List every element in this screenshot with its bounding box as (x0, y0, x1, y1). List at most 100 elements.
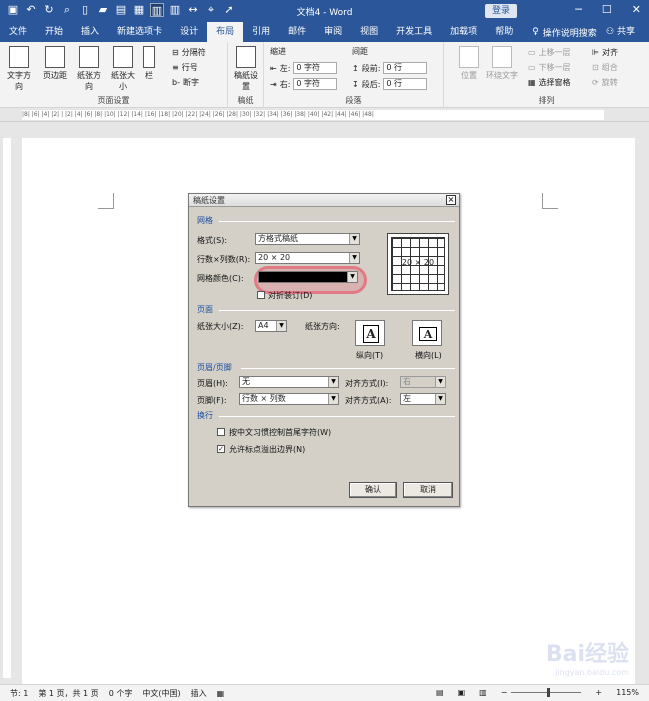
zoom-slider[interactable] (511, 688, 582, 697)
tab-help[interactable]: 帮助 (486, 22, 522, 42)
zoom-level[interactable]: 115% (616, 688, 639, 697)
ok-button[interactable]: 确认 (349, 482, 397, 498)
tab-file[interactable]: 文件 (0, 22, 36, 42)
status-language[interactable]: 中文(中国) (142, 688, 180, 699)
zoom-slider-thumb[interactable] (547, 688, 551, 697)
status-page[interactable]: 第 1 页，共 1 页 (38, 688, 98, 699)
breaks-button[interactable]: ⊟ 分隔符 (172, 47, 206, 58)
indent-left-row: ⇤ 左: 0 字符 (270, 62, 338, 74)
indent-left-icon: ⇤ (270, 63, 277, 73)
margins-label: 页边距 (43, 71, 67, 80)
read-mode-icon[interactable]: ▤ (436, 688, 444, 697)
grid-section-divider (219, 221, 455, 222)
grid-preview: 20 × 20 (387, 233, 449, 295)
tab-insert[interactable]: 插入 (72, 22, 108, 42)
ribbon-tabs: 文件 开始 插入 新建选项卡 设计 布局 引用 邮件 审阅 视图 开发工具 加载… (0, 22, 649, 42)
tab-view[interactable]: 视图 (351, 22, 387, 42)
tab-design[interactable]: 设计 (171, 22, 207, 42)
status-section[interactable]: 节: 1 (10, 688, 28, 699)
wrap-section-label: 换行 (197, 411, 213, 420)
ribbon-layout: 文字方向 页边距 纸张方向 纸张大小 栏 ⊟ 分隔符 ≡ 行号 b‐ 断字 页面设置 … (0, 42, 649, 108)
rotate-button[interactable]: ⟳ 旋转 (592, 77, 618, 88)
rows-cols-select[interactable]: 20 × 20 ▼ (255, 252, 360, 264)
line-numbers-button[interactable]: ≡ 行号 (172, 62, 198, 73)
minimize-icon[interactable]: ─ (575, 3, 582, 16)
footer-value: 行数 × 列数 (242, 394, 286, 403)
footer-select[interactable]: 行数 × 列数 ▼ (239, 393, 339, 405)
paper-size-value: A4 (258, 321, 269, 330)
web-layout-icon[interactable]: ▥ (479, 688, 487, 697)
header-value: 无 (242, 377, 250, 386)
bring-forward-icon: ▭ (528, 48, 536, 57)
tab-references[interactable]: 引用 (243, 22, 279, 42)
send-backward-button[interactable]: ▭ 下移一层 (528, 62, 571, 73)
tab-home[interactable]: 开始 (36, 22, 72, 42)
vertical-ruler[interactable] (0, 122, 14, 684)
zoom-control: ▤ ▣ ▥ − + 115% (426, 688, 639, 697)
chevron-down-icon: ▼ (328, 394, 338, 404)
print-layout-icon[interactable]: ▣ (458, 688, 466, 697)
chinese-rules-checkbox[interactable] (217, 428, 225, 436)
share-button[interactable]: ⚇ 共享 (606, 22, 635, 42)
text-direction-button[interactable]: 文字方向 (4, 46, 34, 92)
wrap-text-button[interactable]: 环绕文字 (484, 46, 520, 81)
horizontal-ruler[interactable]: |8| |6| |4| |2| | |2| |4| |6| |8| |10| |… (0, 108, 649, 122)
cancel-button[interactable]: 取消 (403, 482, 453, 498)
tab-developer[interactable]: 开发工具 (387, 22, 441, 42)
indent-left-input[interactable]: 0 字符 (293, 62, 338, 74)
tell-me-search[interactable]: ♀ 操作说明搜索 (532, 26, 597, 39)
fold-binding-checkbox[interactable] (257, 291, 265, 299)
punctuation-overflow-checkbox[interactable]: ✓ (217, 445, 225, 453)
window-title: 文档4 - Word (296, 8, 353, 18)
portrait-button[interactable]: A (355, 320, 385, 346)
group-button[interactable]: ⊡ 组合 (592, 62, 618, 73)
grid-color-select[interactable]: ▼ (258, 271, 358, 283)
maximize-icon[interactable]: ☐ (602, 3, 612, 16)
header-select[interactable]: 无 ▼ (239, 376, 339, 388)
position-button[interactable]: 位置 (454, 46, 484, 81)
zoom-in-icon[interactable]: + (595, 688, 602, 697)
bring-forward-button[interactable]: ▭ 上移一层 (528, 47, 571, 58)
selection-pane-button[interactable]: ▦ 选择窗格 (528, 77, 571, 88)
columns-button[interactable]: 栏 (140, 46, 158, 81)
spacing-before-input[interactable]: 0 行 (383, 62, 428, 74)
chevron-down-icon: ▼ (435, 377, 445, 387)
wrap-section-divider (219, 416, 455, 417)
footer-align-select[interactable]: 左 ▼ (400, 393, 446, 405)
macro-icon[interactable]: ▦ (217, 689, 225, 698)
status-mode[interactable]: 插入 (191, 688, 207, 699)
login-button[interactable]: 登录 (485, 4, 517, 18)
close-icon[interactable]: ✕ (632, 3, 641, 16)
format-value: 方格式稿纸 (258, 234, 298, 243)
size-button[interactable]: 纸张大小 (108, 46, 138, 92)
tab-new-tab[interactable]: 新建选项卡 (108, 22, 171, 42)
hyphenation-button[interactable]: b‐ 断字 (172, 77, 199, 88)
header-align-select[interactable]: 右 ▼ (400, 376, 446, 388)
margins-button[interactable]: 页边距 (40, 46, 70, 81)
landscape-icon: A (419, 327, 437, 341)
dialog-close-icon[interactable]: × (446, 195, 456, 205)
arrange-group-label: 排列 (538, 96, 555, 105)
landscape-button[interactable]: A (412, 320, 442, 346)
share-label: 共享 (616, 27, 635, 37)
search-label: 操作说明搜索 (542, 28, 597, 39)
orientation-button[interactable]: 纸张方向 (74, 46, 104, 92)
tab-layout[interactable]: 布局 (207, 22, 244, 42)
chevron-down-icon: ▼ (349, 234, 359, 244)
tab-mailings[interactable]: 邮件 (279, 22, 315, 42)
align-button[interactable]: ⊫ 对齐 (592, 47, 618, 58)
spacing-after-input[interactable]: 0 行 (383, 78, 428, 90)
wrap-text-icon (492, 46, 512, 68)
manuscript-settings-button[interactable]: 稿纸设置 (231, 46, 261, 92)
indent-right-input[interactable]: 0 字符 (293, 78, 338, 90)
footer-align-label: 对齐方式(A): (345, 396, 392, 405)
status-words[interactable]: 0 个字 (109, 688, 133, 699)
zoom-out-icon[interactable]: − (501, 688, 508, 697)
header-footer-section-divider (241, 368, 455, 369)
paper-size-select[interactable]: A4 ▼ (255, 320, 287, 332)
dialog-title-bar[interactable]: 稿纸设置 × (189, 194, 459, 207)
format-select[interactable]: 方格式稿纸 ▼ (255, 233, 360, 245)
text-direction-label: 文字方向 (7, 71, 31, 91)
tab-review[interactable]: 审阅 (315, 22, 351, 42)
tab-addins[interactable]: 加载项 (441, 22, 486, 42)
